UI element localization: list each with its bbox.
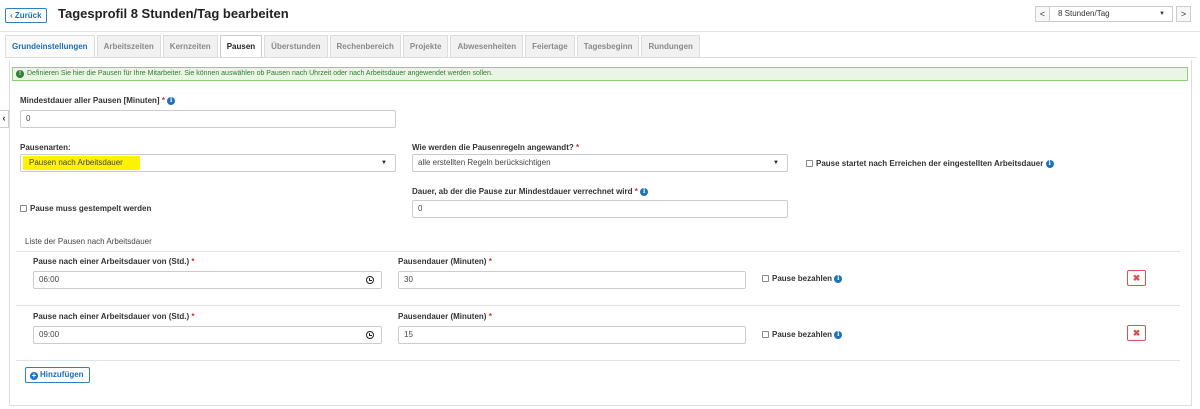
next-profile-button[interactable]: > <box>1176 6 1191 22</box>
close-icon: ✖ <box>1132 273 1141 283</box>
chevron-left-icon: ‹ <box>2 113 6 123</box>
min-duration-label: Mindestdauer aller Pausen [Minuten] * i <box>20 96 176 105</box>
info-icon[interactable]: i <box>640 187 649 196</box>
tab-rechenbereich[interactable]: Rechenbereich <box>329 35 401 58</box>
delete-row-button[interactable]: ✖ <box>1127 325 1146 341</box>
info-icon[interactable]: i <box>1045 159 1054 168</box>
rules-value: alle erstellten Regeln berücksichtigen <box>418 158 551 167</box>
chevron-right-icon: > <box>1180 9 1187 19</box>
caret-down-icon: ▼ <box>773 160 779 166</box>
tab-projekte[interactable]: Projekte <box>402 35 449 58</box>
tab-arbeitszeiten[interactable]: Arbeitszeiten <box>96 35 161 58</box>
start-after-checkbox-row[interactable]: Pause startet nach Erreichen der eingest… <box>806 159 1054 168</box>
close-icon: ✖ <box>1132 328 1141 338</box>
pay-pause-checkbox-row[interactable]: Pause bezahlen i <box>762 330 843 339</box>
plus-circle-icon: + <box>30 371 38 380</box>
info-icon[interactable]: i <box>834 274 843 283</box>
pause-duration-input[interactable]: 15 <box>398 326 746 344</box>
divider <box>16 251 1180 252</box>
duration-threshold-label: Dauer, ab der die Pause zur Mindestdauer… <box>412 187 649 196</box>
delete-row-button[interactable]: ✖ <box>1127 270 1146 286</box>
top-bar: ‹ Zurück Tagesprofil 8 Stunden/Tag bearb… <box>0 0 1200 32</box>
rules-select[interactable]: alle erstellten Regeln berücksichtigen ▼ <box>412 154 788 172</box>
info-circle-icon: ! <box>16 70 24 78</box>
pause-list-title: Liste der Pausen nach Arbeitsdauer <box>25 237 152 246</box>
pay-pause-checkbox-row[interactable]: Pause bezahlen i <box>762 274 843 283</box>
profile-select[interactable]: 8 Stunden/Tag ▼ <box>1050 6 1173 22</box>
pause-duration-label: Pausendauer (Minuten) * <box>398 312 492 321</box>
pay-pause-checkbox[interactable] <box>762 331 769 339</box>
tab-divider <box>5 57 1197 58</box>
caret-down-icon: ▼ <box>1159 11 1165 17</box>
divider <box>16 360 1180 361</box>
pause-after-label: Pause nach einer Arbeitsdauer von (Std.)… <box>33 312 195 321</box>
pause-types-label: Pausenarten: <box>20 143 71 152</box>
chevron-left-icon: < <box>1039 9 1046 19</box>
back-button[interactable]: ‹ Zurück <box>5 8 47 23</box>
add-pause-button[interactable]: + Hinzufügen <box>25 367 90 383</box>
min-duration-input[interactable]: 0 <box>20 110 396 128</box>
caret-down-icon: ▼ <box>381 160 387 166</box>
pause-types-value: Pausen nach Arbeitsdauer <box>23 156 140 170</box>
tab-bar: Grundeinstellungen Arbeitszeiten Kernzei… <box>5 35 702 58</box>
sidebar-toggle[interactable]: ‹ <box>0 110 9 128</box>
tab-rundungen[interactable]: Rundungen <box>641 35 700 58</box>
pause-after-label: Pause nach einer Arbeitsdauer von (Std.)… <box>33 257 195 266</box>
info-icon[interactable]: i <box>167 96 176 105</box>
tab-pausen[interactable]: Pausen <box>219 35 263 58</box>
start-after-checkbox[interactable] <box>806 160 813 168</box>
tab-grundeinstellungen[interactable]: Grundeinstellungen <box>5 35 95 58</box>
rules-label: Wie werden die Pausenregeln angewandt? * <box>412 143 580 152</box>
info-alert: ! Definieren Sie hier die Pausen für Ihr… <box>12 67 1188 81</box>
stamp-checkbox-row[interactable]: Pause muss gestempelt werden <box>20 204 151 213</box>
pause-after-input[interactable]: 06:00 <box>33 271 382 289</box>
stamp-checkbox[interactable] <box>20 205 27 213</box>
tab-feiertage[interactable]: Feiertage <box>525 35 575 58</box>
pay-pause-checkbox[interactable] <box>762 275 769 283</box>
divider <box>16 305 1180 306</box>
info-icon[interactable]: i <box>834 330 843 339</box>
tab-abwesenheiten[interactable]: Abwesenheiten <box>450 35 524 58</box>
pause-types-select[interactable]: Pausen nach Arbeitsdauer ▼ <box>20 154 396 172</box>
pause-duration-label: Pausendauer (Minuten) * <box>398 257 492 266</box>
clock-icon[interactable] <box>366 276 374 284</box>
tab-tagesbeginn[interactable]: Tagesbeginn <box>576 35 640 58</box>
previous-profile-button[interactable]: < <box>1035 6 1050 22</box>
clock-icon[interactable] <box>366 331 374 339</box>
tab-ueberstunden[interactable]: Überstunden <box>264 35 328 58</box>
tab-kernzeiten[interactable]: Kernzeiten <box>162 35 218 58</box>
pause-duration-input[interactable]: 30 <box>398 271 746 289</box>
pause-after-input[interactable]: 09:00 <box>33 326 382 344</box>
duration-threshold-input[interactable]: 0 <box>412 200 788 218</box>
page-title: Tagesprofil 8 Stunden/Tag bearbeiten <box>58 6 289 21</box>
